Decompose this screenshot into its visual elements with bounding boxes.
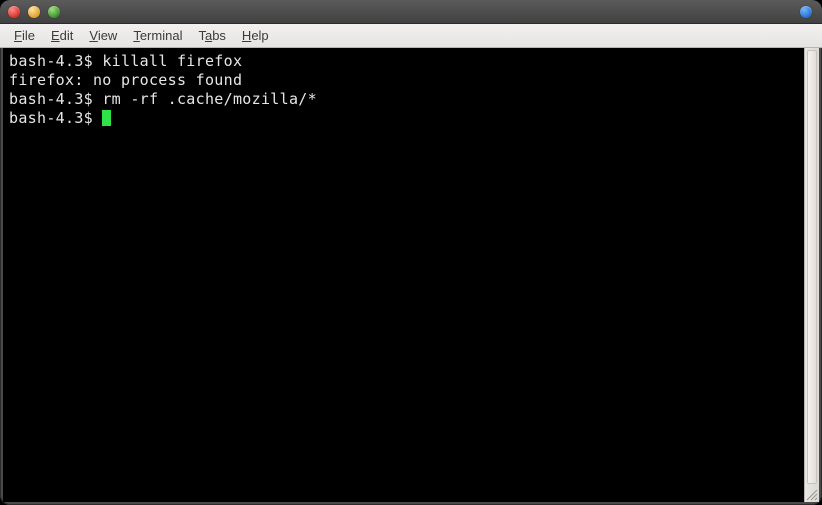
terminal-window: File Edit View Terminal Tabs Help bash-4…	[0, 0, 822, 505]
menubar: File Edit View Terminal Tabs Help	[0, 24, 822, 48]
menu-edit[interactable]: Edit	[43, 26, 81, 45]
menu-file[interactable]: File	[6, 26, 43, 45]
menu-label: bs	[212, 28, 226, 43]
window-controls	[8, 6, 60, 18]
cursor-block	[102, 110, 111, 126]
menu-view[interactable]: View	[81, 26, 125, 45]
minimize-window-button[interactable]	[28, 6, 40, 18]
close-window-button[interactable]	[8, 6, 20, 18]
terminal-viewport[interactable]: bash-4.3$ killall firefoxfirefox: no pro…	[3, 48, 804, 502]
output-text: firefox: no process found	[9, 71, 242, 89]
menu-label: erminal	[140, 28, 183, 43]
titlebar[interactable]	[0, 0, 822, 24]
prompt: bash-4.3$	[9, 52, 93, 70]
menu-label: ile	[22, 28, 35, 43]
command-text: rm -rf .cache/mozilla/*	[102, 90, 317, 108]
terminal-line: firefox: no process found	[9, 71, 798, 90]
terminal-line: bash-4.3$ rm -rf .cache/mozilla/*	[9, 90, 798, 109]
menu-tabs[interactable]: Tabs	[190, 26, 233, 45]
terminal-line: bash-4.3$	[9, 109, 798, 128]
vertical-scrollbar[interactable]	[804, 48, 819, 502]
scrollbar-thumb[interactable]	[807, 50, 817, 484]
menu-label: dit	[60, 28, 74, 43]
resize-grip-icon[interactable]	[804, 487, 818, 501]
prompt: bash-4.3$	[9, 109, 93, 127]
command-text: killall firefox	[102, 52, 242, 70]
menu-help[interactable]: Help	[234, 26, 277, 45]
shade-window-button[interactable]	[800, 6, 812, 18]
menu-label: elp	[251, 28, 268, 43]
menu-terminal[interactable]: Terminal	[125, 26, 190, 45]
terminal-line: bash-4.3$ killall firefox	[9, 52, 798, 71]
maximize-window-button[interactable]	[48, 6, 60, 18]
terminal-area: bash-4.3$ killall firefoxfirefox: no pro…	[3, 48, 819, 502]
menu-label: iew	[98, 28, 118, 43]
prompt: bash-4.3$	[9, 90, 93, 108]
